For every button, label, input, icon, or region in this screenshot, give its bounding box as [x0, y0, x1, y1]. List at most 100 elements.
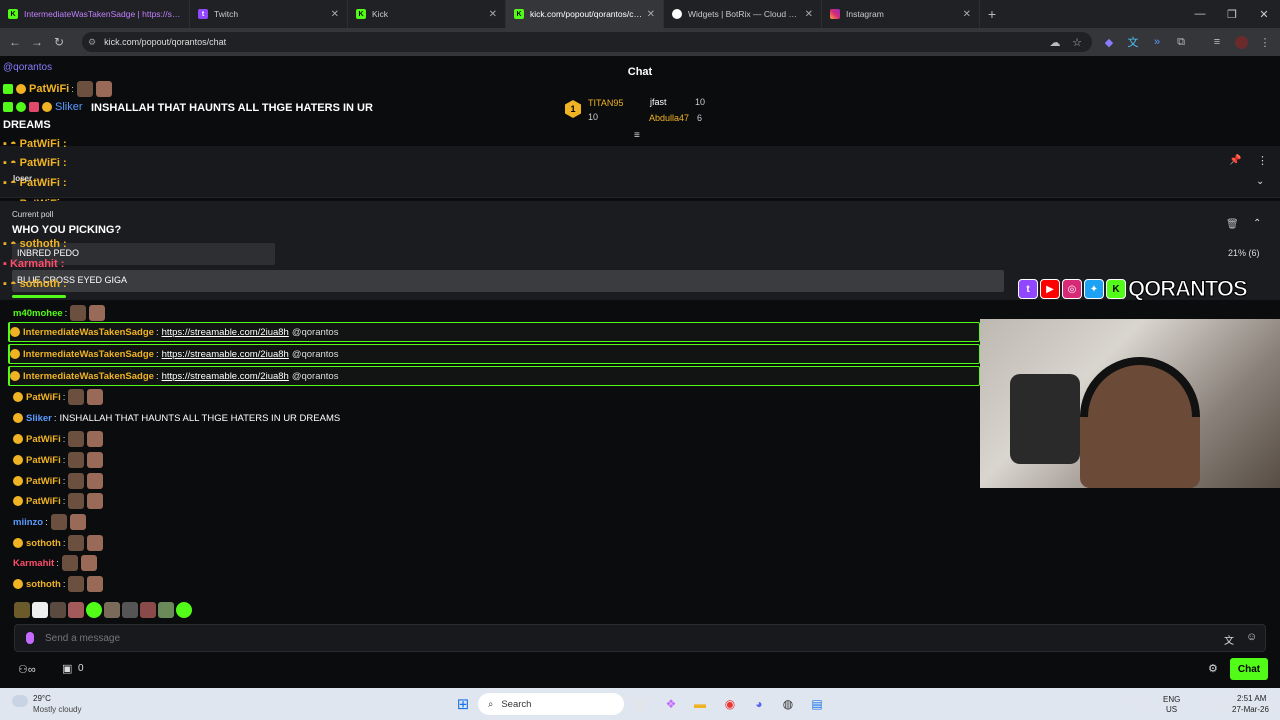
extension-icon[interactable]: ◆	[1098, 28, 1120, 56]
emote[interactable]	[50, 602, 66, 618]
message-input[interactable]	[45, 632, 1265, 644]
leader-user-2[interactable]: jfast	[650, 97, 667, 107]
translate-icon[interactable]: 文	[1122, 28, 1144, 56]
username[interactable]: sothoth	[26, 579, 61, 590]
username[interactable]: PatWiFi	[26, 434, 61, 445]
emoji-icon[interactable]: ☺	[1246, 631, 1257, 643]
poll-option-2[interactable]	[12, 270, 1004, 292]
emote[interactable]	[32, 602, 48, 618]
tab-twitch[interactable]: t Twitch ✕	[190, 0, 348, 28]
emote[interactable]	[86, 602, 102, 618]
minimize-icon[interactable]: —	[1184, 0, 1216, 28]
chrome-icon[interactable]: ◉	[720, 694, 740, 714]
emote[interactable]	[122, 602, 138, 618]
puzzle-icon[interactable]: ⧉	[1170, 28, 1192, 56]
copilot-icon[interactable]: ❖	[661, 694, 681, 714]
gift-icon[interactable]: ▣	[62, 662, 72, 675]
settings-icon[interactable]: ⚙	[1208, 662, 1218, 675]
username[interactable]: Sliker	[26, 413, 52, 424]
cloud-icon[interactable]: ☁	[1044, 28, 1066, 56]
message-link[interactable]: https://streamable.com/2iua8h	[162, 327, 289, 338]
chevron-down-icon[interactable]: ⌄	[1256, 176, 1264, 187]
reading-list-icon[interactable]: ≡	[1206, 28, 1228, 56]
username[interactable]: IntermediateWasTakenSadge	[23, 371, 154, 382]
extension-icon[interactable]: »	[1146, 28, 1168, 56]
message-link[interactable]: https://streamable.com/2iua8h	[162, 371, 289, 382]
discord-icon[interactable]: ◕	[749, 694, 769, 714]
mic-icon[interactable]	[26, 632, 34, 644]
colon: :	[45, 516, 48, 528]
username[interactable]: PatWiFi	[26, 476, 61, 487]
taskbar-search[interactable]: ⌕ Search	[478, 693, 624, 715]
tab-streamable[interactable]: K IntermediateWasTakenSadge | https://st…	[0, 0, 190, 28]
reload-icon[interactable]: ↻	[48, 35, 70, 49]
close-icon[interactable]: ✕	[489, 9, 497, 20]
app-icon[interactable]: ▤	[807, 694, 827, 714]
chat-message: m40mohee:	[13, 303, 106, 323]
username[interactable]: m40mohee	[13, 308, 63, 319]
chevron-up-icon[interactable]: ⌃	[1115, 694, 1135, 714]
lang1[interactable]: ENG	[1163, 695, 1180, 704]
task-view-icon[interactable]: ▮	[630, 694, 650, 714]
close-icon[interactable]: ✕	[963, 9, 971, 20]
username[interactable]: PatWiFi	[26, 496, 61, 507]
mention[interactable]: @qorantos	[292, 371, 339, 382]
emote[interactable]	[68, 602, 84, 618]
username[interactable]: IntermediateWasTakenSadge	[23, 349, 154, 360]
username[interactable]: PatWiFi	[26, 455, 61, 466]
message-link[interactable]: https://streamable.com/2iua8h	[162, 349, 289, 360]
trash-icon[interactable]: 🗑	[1226, 219, 1239, 230]
obs-icon[interactable]: ◍	[778, 694, 798, 714]
leader-user-1[interactable]: TITAN95	[588, 98, 623, 108]
username[interactable]: sothoth	[26, 538, 61, 549]
tab-instagram[interactable]: Instagram ✕	[822, 0, 980, 28]
kick-icon: K	[356, 9, 366, 19]
close-icon[interactable]: ✕	[331, 9, 339, 20]
mention[interactable]: @qorantos	[292, 327, 339, 338]
url-field[interactable]: ⚙ kick.com/popout/qorantos/chat	[82, 32, 1092, 52]
clock-time[interactable]: 2:51 AM	[1237, 694, 1266, 703]
chevron-up-icon[interactable]: ⌃	[1253, 218, 1261, 229]
username[interactable]: PatWiFi	[29, 83, 69, 95]
leader-user-3[interactable]: Abdulla47	[649, 113, 689, 123]
translate-icon[interactable]: 文	[1224, 632, 1234, 647]
back-icon[interactable]: ←	[4, 35, 26, 49]
pin-icon[interactable]: 📌	[1229, 155, 1241, 166]
lang2[interactable]: US	[1166, 705, 1177, 714]
username[interactable]: Karmahit	[13, 558, 54, 569]
close-window-icon[interactable]: ✕	[1248, 0, 1280, 28]
username[interactable]: miinzo	[13, 517, 43, 528]
overlay-user: ▪ ◓ PatWiFi :	[3, 138, 67, 150]
tab-kick-chat[interactable]: K kick.com/popout/qorantos/chat ✕	[506, 0, 664, 28]
forward-icon[interactable]: →	[26, 35, 48, 49]
file-explorer-icon[interactable]: ▬	[690, 694, 710, 714]
emote	[76, 81, 93, 97]
username[interactable]: IntermediateWasTakenSadge	[23, 327, 154, 338]
menu-icon[interactable]: ⋮	[1254, 28, 1276, 56]
emote	[68, 473, 85, 489]
weather-icon[interactable]	[12, 695, 28, 707]
tab-kick[interactable]: K Kick ✕	[348, 0, 506, 28]
emote[interactable]	[140, 602, 156, 618]
close-icon[interactable]: ✕	[647, 9, 655, 20]
username[interactable]: PatWiFi	[26, 392, 61, 403]
mention[interactable]: @qorantos	[292, 349, 339, 360]
more-icon[interactable]: ⋮	[1257, 154, 1268, 167]
bookmark-star-icon[interactable]: ☆	[1066, 28, 1088, 56]
maximize-icon[interactable]: ❐	[1216, 0, 1248, 28]
send-chat-button[interactable]: Chat	[1230, 658, 1268, 680]
site-info-icon[interactable]: ⚙	[88, 37, 96, 48]
tab-botrix[interactable]: Widgets | BotRix — Cloud Stre… ✕	[664, 0, 822, 28]
emote[interactable]	[176, 602, 192, 618]
mic-icon[interactable]: ◊	[1136, 694, 1156, 714]
avatar[interactable]	[1230, 28, 1252, 56]
users-icon[interactable]: ⚇∞	[18, 663, 36, 676]
emote[interactable]	[14, 602, 30, 618]
clock-date[interactable]: 27-Mar-26	[1232, 705, 1269, 714]
windows-start-icon[interactable]: ⊞	[453, 694, 473, 714]
emote[interactable]	[158, 602, 174, 618]
emote[interactable]	[104, 602, 120, 618]
close-icon[interactable]: ✕	[805, 9, 813, 20]
new-tab-button[interactable]: +	[980, 6, 1004, 22]
expand-icon[interactable]: ≡	[634, 130, 640, 141]
